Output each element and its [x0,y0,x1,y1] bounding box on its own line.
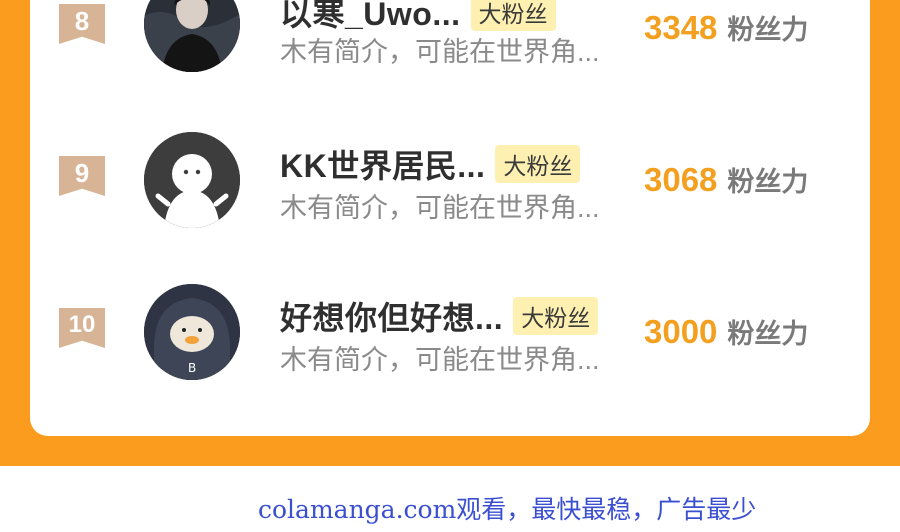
fan-power-unit: 粉丝力 [727,15,809,45]
name-line: KK世界居民... 大粉丝 [280,141,581,187]
name-line: 好想你但好想... 大粉丝 [280,293,599,339]
fan-level-badge: 大粉丝 [513,297,599,335]
photo-avatar-icon [144,0,240,72]
avatar[interactable] [144,0,240,72]
fan-power-value: 3068 [644,161,718,198]
duck-avatar-icon: B [144,284,240,380]
rank-number: 9 [74,157,90,188]
rank-ribbon: 9 [59,156,105,196]
user-bio: 木有简介，可能在世界角... [280,37,600,67]
user-name[interactable]: KK世界居民... [280,141,485,187]
leaderboard-row[interactable]: 8 以寒_Uwo... 大粉丝 木有简介，可能在世界角... 3348 粉丝力 [30,0,870,80]
leaderboard-row[interactable]: 10 B 好想你但好想... 大粉丝 木有简介，可能在世界角... 3000 粉… [30,282,870,392]
avatar[interactable] [144,132,240,228]
fan-power: 3000 粉丝力 [644,312,808,351]
leaderboard-card: 8 以寒_Uwo... 大粉丝 木有简介，可能在世界角... 3348 粉丝力 … [30,0,870,436]
fan-level-badge: 大粉丝 [495,145,581,183]
leaderboard-row[interactable]: 9 KK世界居民... 大粉丝 木有简介，可能在世界角... 3068 粉丝力 [30,130,870,240]
user-bio: 木有简介，可能在世界角... [280,345,600,375]
user-bio: 木有简介，可能在世界角... [280,193,600,223]
rank-number: 10 [68,311,96,338]
watermark-text: colamanga.com观看，最快最稳，广告最少 [258,495,757,524]
avatar[interactable]: B [144,284,240,380]
name-line: 以寒_Uwo... 大粉丝 [280,0,556,32]
fan-power-value: 3000 [644,313,718,350]
fan-power-unit: 粉丝力 [727,167,809,197]
fan-level-badge: 大粉丝 [470,0,556,31]
rank-ribbon: 10 [59,308,105,348]
rank-number: 8 [74,5,90,36]
default-avatar-icon [144,132,240,228]
fan-power-unit: 粉丝力 [727,319,809,349]
rank-ribbon: 8 [59,4,105,44]
fan-power: 3068 粉丝力 [644,160,808,199]
fan-power: 3348 粉丝力 [644,8,808,47]
fan-power-value: 3348 [644,9,718,46]
svg-text:B: B [188,361,196,375]
user-name[interactable]: 好想你但好想... [280,293,503,339]
